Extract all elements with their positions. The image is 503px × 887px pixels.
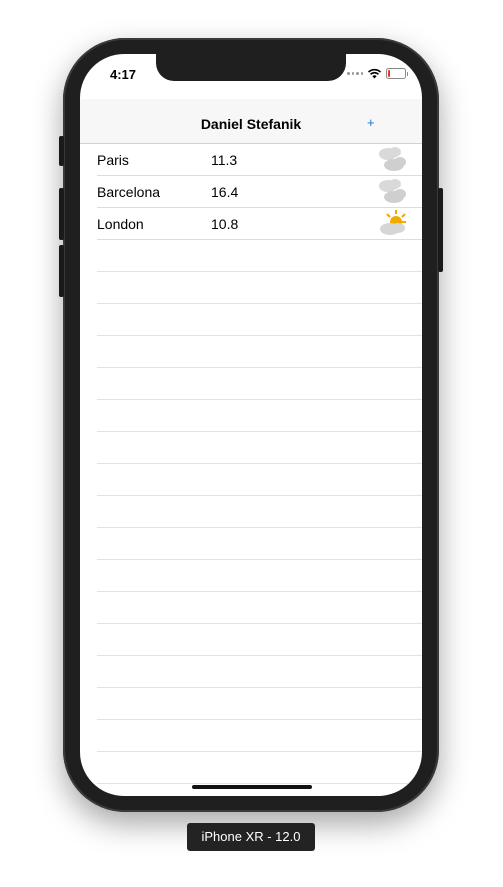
mute-switch (59, 136, 64, 166)
volume-up-button (59, 188, 64, 240)
city-name: Paris (97, 152, 129, 168)
table-row[interactable]: London 10.8 (97, 208, 422, 240)
empty-row (97, 368, 422, 400)
empty-row (97, 720, 422, 752)
empty-row (97, 304, 422, 336)
empty-row (97, 496, 422, 528)
signal-icon (347, 72, 363, 75)
empty-row (97, 400, 422, 432)
empty-row (97, 656, 422, 688)
empty-row (97, 624, 422, 656)
notch (156, 54, 346, 81)
empty-row (97, 432, 422, 464)
empty-row (97, 464, 422, 496)
city-name: Barcelona (97, 184, 161, 200)
add-city-button[interactable]: + (367, 115, 375, 130)
volume-down-button (59, 245, 64, 297)
empty-row (97, 240, 422, 272)
empty-row (97, 336, 422, 368)
device-label: iPhone XR - 12.0 (187, 823, 315, 851)
empty-row (97, 752, 422, 784)
empty-row (97, 272, 422, 304)
power-button (438, 188, 443, 272)
home-indicator[interactable] (192, 785, 312, 789)
table-row[interactable]: Barcelona 16.4 (97, 176, 422, 208)
empty-row (97, 560, 422, 592)
cloudy-icon (379, 179, 406, 203)
navigation-bar: Daniel Stefanik + (80, 99, 422, 144)
screen: 4:17 Daniel Stefanik + Paris 11.3 Barcel… (80, 54, 422, 796)
status-indicators (347, 68, 408, 79)
city-temperature: 16.4 (211, 184, 239, 200)
partly-sunny-icon (380, 210, 406, 235)
empty-row (97, 688, 422, 720)
city-temperature: 11.3 (211, 152, 238, 168)
city-name: London (97, 216, 144, 232)
table-row[interactable]: Paris 11.3 (97, 144, 422, 176)
status-time: 4:17 (110, 67, 137, 82)
empty-row (97, 528, 422, 560)
empty-row (97, 592, 422, 624)
device-frame: 4:17 Daniel Stefanik + Paris 11.3 Barcel… (59, 38, 443, 812)
wifi-icon (367, 68, 382, 79)
weather-table: Paris 11.3 Barcelona 16.4 London 10.8 (80, 144, 422, 784)
city-temperature: 10.8 (211, 216, 239, 232)
cloudy-icon (379, 147, 406, 171)
battery-icon (386, 68, 408, 79)
